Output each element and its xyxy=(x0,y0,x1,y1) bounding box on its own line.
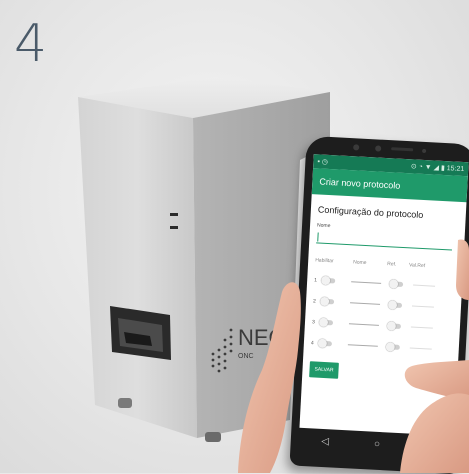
hand-illustration xyxy=(238,239,469,473)
right-finger xyxy=(456,239,469,300)
right-palm xyxy=(400,393,469,473)
photo-scene: 4 NEO ONC ▪ ◷ ⊙ ◔ ▼ ◢ ▮ 15:21 Criar novo… xyxy=(0,0,469,474)
left-thumb xyxy=(238,282,301,473)
